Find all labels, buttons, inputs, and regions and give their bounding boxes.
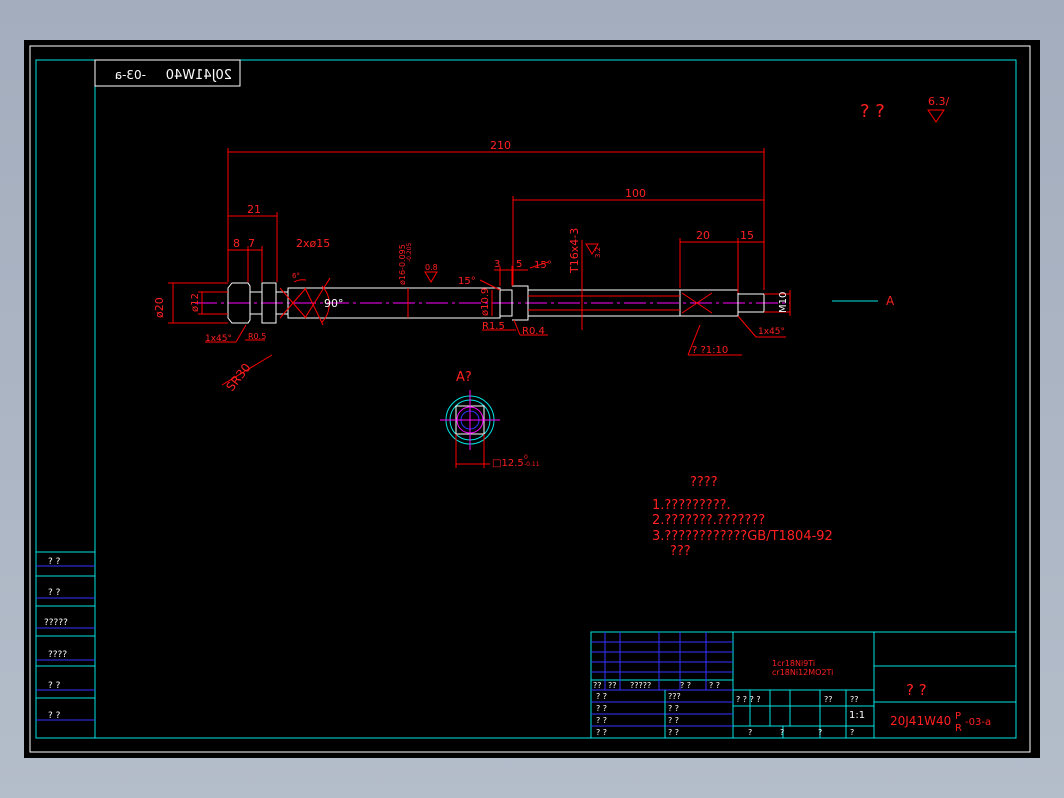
left-table-row-1: ? ? <box>48 557 61 567</box>
dim-20: 20 <box>696 229 710 242</box>
part-code-sub: R <box>955 723 962 734</box>
roughness-symbols: ? ? <box>860 101 885 122</box>
mid-row-4: ? ? <box>668 728 679 737</box>
dim-rough-3-2: 3.2 <box>594 247 602 258</box>
notes-line-2: 2.???????.??????? <box>652 513 765 528</box>
dim-3: 3 <box>494 259 500 270</box>
section-view <box>440 390 500 468</box>
material-1: 1cr18Ni9Ti <box>772 659 815 668</box>
cad-canvas[interactable]: 20J41W40 -03-a ? ? 6.3/ 210 100 21 8 7 2… <box>0 0 1064 798</box>
left-row-3: ? ? <box>596 716 607 725</box>
sig-row-5: ? ? <box>709 681 720 690</box>
dim-8: 8 <box>233 237 240 250</box>
part-code-tail: -03-a <box>965 717 991 728</box>
left-table-row-2: ? ? <box>48 588 61 598</box>
dim-chamfer-right: 1x45° <box>758 327 785 337</box>
dim-dia16-tol: -0.205 <box>406 242 413 262</box>
dim-dia12: ø12 <box>190 293 201 312</box>
bottom-cell-4: ? <box>850 728 854 737</box>
material-2: cr18Ni12MO2Ti <box>772 668 833 677</box>
section-arrow-label: A <box>886 294 895 308</box>
mirrored-code-tail: -03-a <box>115 68 146 82</box>
dim-2x15: 2xø15 <box>296 237 330 250</box>
dim-dia20: ø20 <box>153 297 166 318</box>
dim-angle-15b: 15° <box>534 260 552 271</box>
notes-line-1: 1.?????????. <box>652 498 731 513</box>
dim-100: 100 <box>625 187 646 200</box>
mid-header-1: ? ? ? ? <box>736 695 761 704</box>
dim-angle-90: 90° <box>324 297 344 310</box>
left-table-row-3: ????? <box>44 618 68 628</box>
part-name: ? ? <box>906 681 927 699</box>
bottom-cell-1: ? <box>748 728 752 737</box>
left-table-row-4: ???? <box>48 650 67 660</box>
left-table <box>35 551 96 739</box>
dim-m10: M10 <box>778 292 789 313</box>
roughness-triangle-icon <box>927 109 945 123</box>
dim-r1-5: R1.5 <box>482 321 505 332</box>
sig-row-1: ?? <box>593 681 602 690</box>
part-code: 20J41W40 <box>890 714 951 728</box>
dim-r0-5: R0.5 <box>248 332 266 341</box>
roughness-value: 6.3/ <box>928 95 949 108</box>
inner-border <box>35 59 1017 739</box>
bottom-cell-2: ? <box>780 728 784 737</box>
dim-thread: T16x4-3 <box>568 228 581 274</box>
dim-21: 21 <box>247 203 261 216</box>
angle-arc-6 <box>293 279 307 283</box>
notes-line-4: ??? <box>670 544 691 559</box>
part-code-sup: P <box>955 711 961 722</box>
dim-chamfer-left: 1x45° <box>205 334 232 344</box>
mid-header-3: ?? <box>850 695 859 704</box>
dim-5: 5 <box>516 259 522 270</box>
dim-210: 210 <box>490 139 511 152</box>
dim-dia10-9: ø10.9 <box>480 288 491 316</box>
mirrored-code: 20J41W40 <box>166 68 232 83</box>
sig-row-3: ????? <box>630 681 651 690</box>
dim-angle-15a: 15° <box>458 276 476 287</box>
notes-title: ???? <box>690 475 718 490</box>
left-row-1: ? ? <box>596 692 607 701</box>
dim-r0-4: R0.4 <box>522 326 545 337</box>
square-dim: □12.5 <box>492 458 524 469</box>
mid-row-2: ? ? <box>668 704 679 713</box>
left-table-row-6: ? ? <box>48 711 61 721</box>
sig-row-4: ? ? <box>680 681 691 690</box>
notes-line-3: 3.????????????GB/T1804-92 <box>652 529 833 544</box>
dim-7: 7 <box>248 237 255 250</box>
dim-15: 15 <box>740 229 754 242</box>
title-block <box>590 631 1017 739</box>
sig-row-2: ?? <box>608 681 617 690</box>
dim-sr30: SR30 <box>223 361 253 394</box>
scale: 1:1 <box>849 710 865 721</box>
mid-row-1: ??? <box>668 692 681 701</box>
dim-rough-0-8: 0.8 <box>425 263 438 272</box>
left-row-2: ? ? <box>596 704 607 713</box>
dim-angle-6: 6° <box>292 272 300 280</box>
bottom-cell-3: ? <box>818 728 822 737</box>
left-table-row-5: ? ? <box>48 681 61 691</box>
mid-header-2: ?? <box>824 695 833 704</box>
mid-row-3: ? ? <box>668 716 679 725</box>
section-label: A? <box>456 370 472 385</box>
left-row-4: ? ? <box>596 728 607 737</box>
dim-taper: ? ?1:10 <box>692 345 728 356</box>
square-tol-top: 0 <box>524 454 528 461</box>
square-tol: -0.11 <box>524 461 540 468</box>
